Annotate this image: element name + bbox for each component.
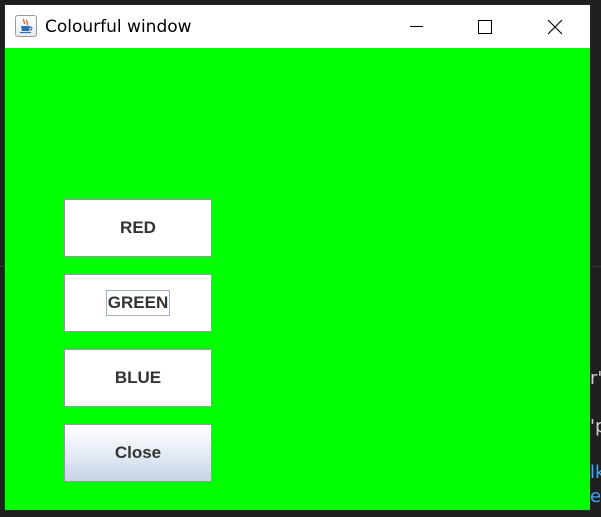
title-bar[interactable]: Colourful window [5, 5, 590, 48]
minimize-icon [409, 26, 423, 27]
red-button[interactable]: RED [64, 199, 212, 257]
desktop: r' 'p lk ec Colourful window [0, 0, 601, 517]
window-close-button[interactable] [532, 5, 578, 48]
blue-button[interactable]: BLUE [64, 349, 212, 407]
window-title: Colourful window [45, 17, 192, 37]
minimize-button[interactable] [393, 5, 439, 48]
close-button-label: Close [114, 443, 162, 462]
java-cup-icon [15, 15, 37, 37]
close-icon [547, 19, 563, 34]
background-link-fragment: lk [590, 462, 601, 483]
background-text-fragment: 'p [590, 416, 601, 437]
background-link-fragment: ec [590, 486, 601, 507]
background-text-fragment: r' [590, 368, 601, 389]
colourful-window: Colourful window RED GREEN BLUE Close [5, 5, 590, 510]
maximize-button[interactable] [462, 5, 508, 48]
green-button[interactable]: GREEN [64, 274, 212, 332]
window-content: RED GREEN BLUE Close [5, 48, 590, 510]
maximize-icon [478, 19, 492, 34]
close-button[interactable]: Close [64, 424, 212, 482]
green-button-label: GREEN [105, 290, 171, 316]
blue-button-label: BLUE [114, 368, 162, 387]
red-button-label: RED [120, 218, 156, 237]
